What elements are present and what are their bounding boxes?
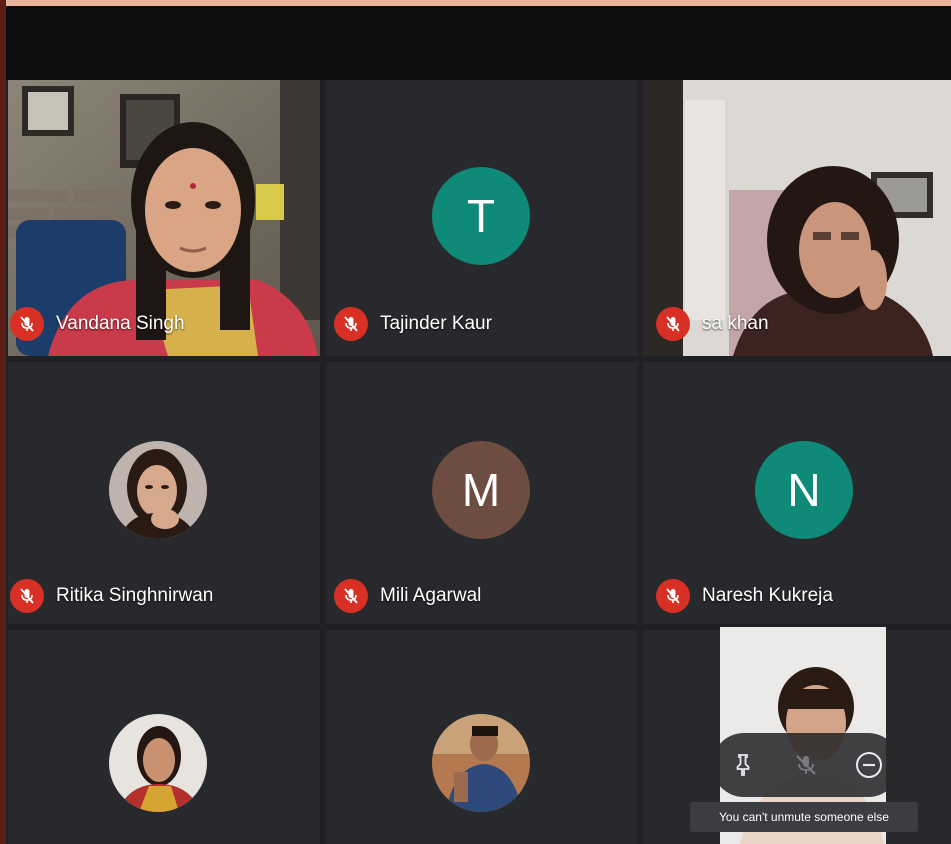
participant-hover-controls xyxy=(712,733,900,797)
remove-icon xyxy=(855,752,882,778)
remove-button[interactable] xyxy=(845,741,893,789)
mic-off-icon xyxy=(334,579,368,613)
participant-video xyxy=(643,80,951,356)
mic-off-icon xyxy=(334,307,368,341)
pin-icon xyxy=(736,754,750,776)
avatar-photo xyxy=(109,441,207,539)
participant-name: sa khan xyxy=(702,313,769,334)
participant-tile-sa-khan[interactable] xyxy=(643,80,951,356)
participant-name: Naresh Kukreja xyxy=(702,585,833,606)
avatar-photo xyxy=(109,714,207,812)
mic-off-icon xyxy=(656,307,690,341)
meeting-window: Vandana Singh T Tajinder Kaur sa khan Ri… xyxy=(0,0,951,844)
avatar-initial: N xyxy=(755,441,853,539)
participant-name: Vandana Singh xyxy=(56,313,185,334)
avatar-initial: T xyxy=(432,167,530,265)
mic-off-icon xyxy=(656,579,690,613)
participant-name: Ritika Singhnirwan xyxy=(56,585,214,606)
mic-off-icon xyxy=(10,307,44,341)
participant-name: Tajinder Kaur xyxy=(380,313,492,334)
left-border xyxy=(0,0,6,844)
participant-name: Mili Agarwal xyxy=(380,585,482,606)
avatar-initial: M xyxy=(432,441,530,539)
mic-off-icon xyxy=(10,579,44,613)
mute-button[interactable] xyxy=(782,741,830,789)
header-bar xyxy=(6,6,951,80)
mic-off-icon xyxy=(796,755,816,775)
pin-button[interactable] xyxy=(719,741,767,789)
tooltip: You can't unmute someone else xyxy=(690,802,918,832)
avatar-photo xyxy=(432,714,530,812)
